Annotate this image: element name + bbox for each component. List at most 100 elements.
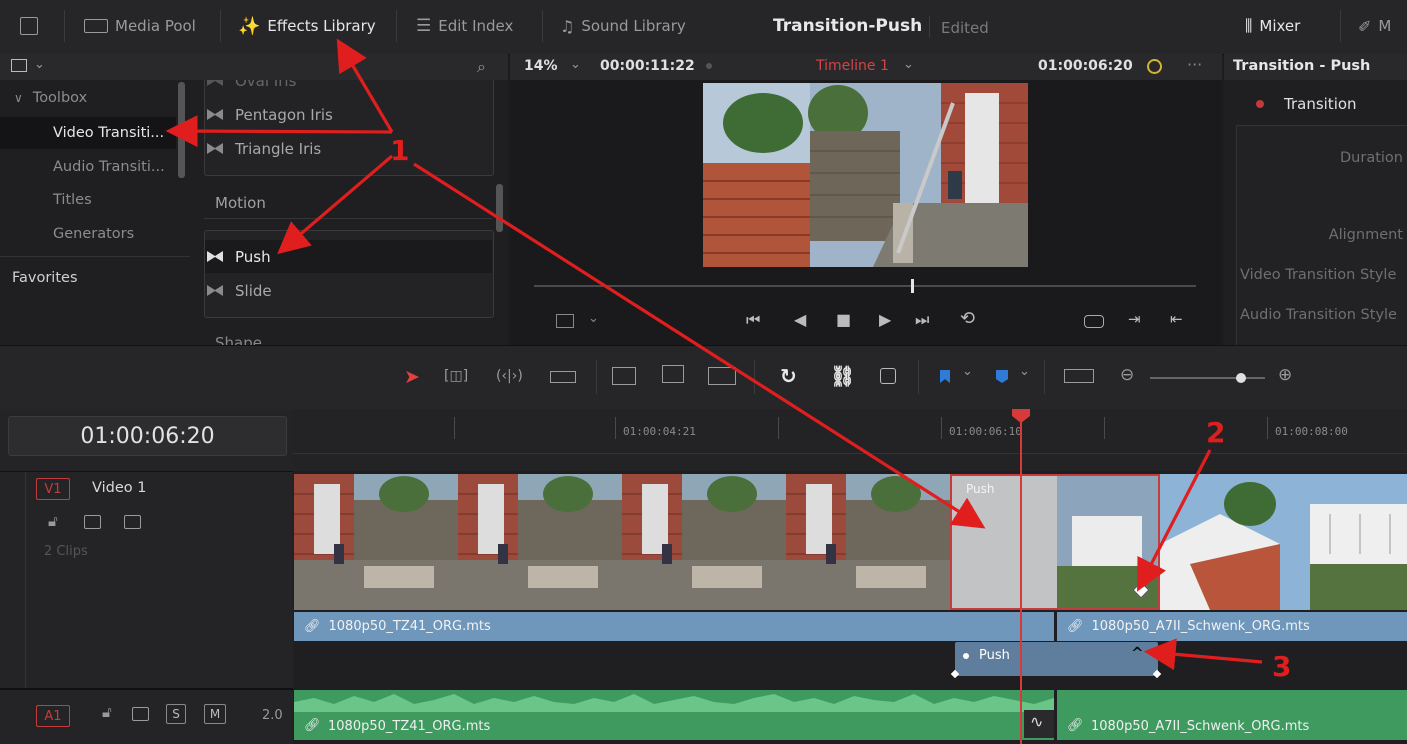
scrollbar[interactable] (178, 82, 185, 178)
effect-item-push[interactable]: Push (205, 240, 492, 273)
search-icon[interactable]: ⌕ (477, 57, 486, 77)
effect-item-slide[interactable]: Slide (205, 274, 492, 307)
effects-library-button[interactable]: ✨ Effects Library (238, 14, 376, 38)
tree-item-titles[interactable]: Titles (0, 184, 176, 216)
track-badge-a1[interactable]: A1 (36, 705, 70, 727)
media-pool-label: Media Pool (115, 17, 196, 35)
track-badge-v1[interactable]: V1 (36, 478, 70, 500)
overwrite-clip-icon[interactable] (662, 365, 684, 383)
tab-transition[interactable]: Transition (1284, 95, 1357, 113)
playhead-line[interactable] (1020, 410, 1022, 744)
tree-item-label: Audio Transiti... (53, 159, 165, 175)
metadata-button[interactable]: ✐ M (1358, 14, 1391, 38)
selection-tool-icon[interactable]: ➤ (404, 366, 420, 388)
tree-item-favorites[interactable]: Favorites (0, 262, 176, 294)
chevron-down-icon[interactable]: ⌄ (903, 57, 914, 72)
toolbox-label: Toolbox (32, 90, 88, 106)
zoom-in-icon[interactable]: ⊕ (1278, 365, 1292, 385)
flag-icon[interactable] (940, 370, 950, 383)
scrubber-handle[interactable] (911, 279, 915, 293)
transition-curve-bar[interactable]: Push ^ (950, 642, 1162, 679)
sound-library-button[interactable]: ♫ Sound Library (560, 14, 686, 38)
tree-item-video-transitions[interactable]: Video Transiti... (0, 117, 176, 149)
play-reverse-icon[interactable]: ◀ (794, 310, 806, 329)
effect-item-pentagon-iris[interactable]: Pentagon Iris (205, 98, 492, 131)
panel-toggle-button[interactable] (20, 14, 38, 38)
track-name-video-1[interactable]: Video 1 (92, 480, 146, 496)
effect-item-triangle-iris[interactable]: Triangle Iris (205, 132, 492, 165)
timeline-timecode[interactable]: 01:00:06:20 (8, 416, 287, 456)
go-to-end-icon[interactable]: ⏭ (915, 310, 929, 330)
link-icon: 🔗︎ (304, 718, 321, 733)
tree-item-audio-transitions[interactable]: Audio Transiti... (0, 151, 176, 183)
solo-button[interactable]: S (166, 704, 186, 724)
dynamic-trim-icon[interactable]: (‹|›) (496, 368, 523, 384)
color-wheel-icon[interactable] (1147, 59, 1162, 74)
track-visibility-icon[interactable] (124, 515, 141, 529)
zoom-level[interactable]: 14% (524, 58, 558, 74)
viewer-frame[interactable] (703, 83, 1028, 267)
timeline-name[interactable]: Timeline 1 (816, 58, 889, 74)
mixer-button[interactable]: ⫼ Mixer (1245, 14, 1300, 38)
divider (0, 471, 293, 472)
edit-index-button[interactable]: ☰ Edit Index (416, 14, 513, 38)
replace-clip-icon[interactable] (708, 367, 736, 385)
clip-thumbnails-2[interactable] (1160, 474, 1407, 610)
linked-selection-icon[interactable]: ⛓ (830, 364, 855, 388)
position-lock-icon[interactable] (880, 368, 896, 384)
zoom-slider-track[interactable] (1150, 377, 1265, 379)
trim-tool-icon[interactable]: [◫] (444, 368, 468, 384)
mixer-label: Mixer (1259, 17, 1301, 35)
lock-icon[interactable]: 🔓︎ (48, 512, 58, 530)
media-pool-button[interactable]: Media Pool (84, 14, 196, 38)
clip-2-bar[interactable]: 🔗︎ 1080p50_A7II_Schwenk_ORG.mts (1057, 612, 1407, 641)
blade-tool-icon[interactable] (550, 371, 576, 383)
chevron-down-icon[interactable]: ⌄ (588, 311, 599, 326)
mark-out-icon[interactable]: ⇤ (1170, 310, 1183, 328)
chevron-down-icon[interactable]: ⌄ (962, 364, 973, 379)
timeline-ruler[interactable]: 01:00:04:21 01:00:06:10 01:00:08:00 (293, 409, 1407, 471)
auto-select-icon[interactable] (132, 707, 149, 721)
audio-crossfade[interactable]: ∿ (1024, 710, 1054, 738)
alignment-label: Alignment (1328, 227, 1403, 243)
more-options-icon[interactable]: ··· (1187, 55, 1202, 74)
lock-icon[interactable]: 🔓︎ (102, 703, 112, 721)
loop-icon[interactable]: ⟲ (960, 308, 975, 329)
scrubber-track[interactable] (534, 285, 1196, 287)
inspector-title: Transition - Push (1233, 58, 1371, 74)
zoom-slider-handle[interactable] (1236, 373, 1246, 383)
divider (220, 10, 221, 42)
push-transition-on-track[interactable]: Push (950, 474, 1160, 610)
tree-item-label: Video Transiti... (53, 125, 165, 141)
ruler-tick (778, 417, 779, 439)
match-frame-icon[interactable] (1084, 315, 1104, 328)
go-to-start-icon[interactable]: ⏮ (746, 310, 760, 330)
track-headers (0, 409, 293, 744)
panel-layout-icon[interactable] (11, 59, 27, 72)
toolbox-group[interactable]: ∨ Toolbox (0, 82, 176, 114)
chevron-down-icon[interactable]: ⌄ (570, 57, 581, 72)
marker-icon[interactable] (996, 370, 1008, 383)
next-frame-icon[interactable]: ⇥ (1128, 310, 1141, 328)
curve-toggle-icon[interactable]: ^ (1131, 644, 1144, 662)
auto-select-icon[interactable] (84, 515, 101, 529)
snapping-icon[interactable]: ↻ (780, 364, 797, 388)
effect-item-oval-iris[interactable]: Oval Iris (205, 80, 492, 97)
metadata-label: M (1378, 17, 1392, 35)
mute-button[interactable]: M (204, 704, 226, 724)
clip-1-bar[interactable]: 🔗︎ 1080p50_TZ41_ORG.mts (294, 612, 1054, 641)
stop-icon[interactable]: ■ (836, 310, 851, 329)
zoom-out-icon[interactable]: ⊖ (1120, 365, 1134, 385)
play-icon[interactable]: ▶ (879, 310, 891, 329)
audio-clip-2[interactable]: 🔗︎ 1080p50_A7II_Schwenk_ORG.mts (1057, 690, 1407, 740)
insert-clip-icon[interactable] (612, 367, 636, 385)
clip-thumbnails-1[interactable] (294, 474, 950, 610)
audio-clip-1[interactable]: 🔗︎ 1080p50_TZ41_ORG.mts (294, 690, 1054, 740)
link-icon: 🔗︎ (1067, 718, 1084, 733)
chevron-down-icon[interactable]: ⌄ (34, 57, 45, 72)
chevron-down-icon[interactable]: ⌄ (1019, 364, 1030, 379)
timeline-view-options-icon[interactable] (1064, 369, 1094, 383)
scrollbar[interactable] (496, 184, 503, 232)
tree-item-generators[interactable]: Generators (0, 218, 176, 250)
crop-frame-icon[interactable] (556, 314, 574, 328)
